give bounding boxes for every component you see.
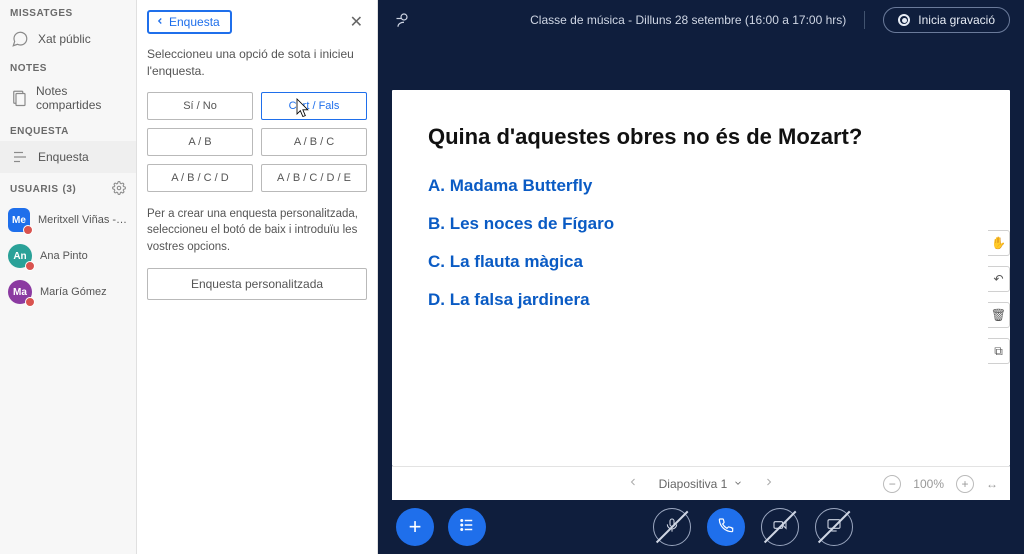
section-notes-title: NOTES bbox=[0, 55, 136, 78]
poll-option-button[interactable]: Sí / No bbox=[147, 92, 253, 120]
whiteboard-toolstrip: ✋ ↶ 🗑 ⧉ bbox=[988, 230, 1010, 364]
topbar: Classe de música - Dilluns 28 setembre (… bbox=[378, 0, 1024, 40]
share-screen-button[interactable] bbox=[815, 508, 853, 546]
gear-icon[interactable] bbox=[112, 181, 126, 198]
next-slide-button[interactable] bbox=[757, 472, 781, 495]
fit-width-button[interactable]: ↔ bbox=[986, 477, 998, 491]
custom-poll-button[interactable]: Enquesta personalitzada bbox=[147, 268, 367, 300]
sidebar-item-label: Xat públic bbox=[38, 32, 91, 46]
zoom-value: 100% bbox=[913, 477, 944, 491]
mic-off-icon bbox=[664, 517, 680, 538]
user-name: Meritxell Viñas - ... (Vós) bbox=[38, 214, 128, 226]
poll-option-button[interactable]: A / B / C / D / E bbox=[261, 164, 367, 192]
close-icon: ✕ bbox=[350, 14, 363, 31]
slide-option: D. La falsa jardinera bbox=[428, 290, 974, 310]
panel-help-text: Per a crear una enquesta personalitzada,… bbox=[147, 206, 367, 256]
left-sidebar: MISSATGES Xat públic NOTES Notes compart… bbox=[0, 0, 137, 554]
sidebar-item-poll[interactable]: Enquesta bbox=[0, 141, 136, 173]
poll-panel: Enquesta ✕ Seleccioneu una opció de sota… bbox=[137, 0, 378, 554]
poll-menu-button[interactable] bbox=[448, 508, 486, 546]
divider bbox=[864, 11, 865, 29]
slide-option: B. Les noces de Fígaro bbox=[428, 214, 974, 234]
tool-trash-icon[interactable]: 🗑 bbox=[988, 302, 1010, 328]
poll-option-button[interactable]: A / B bbox=[147, 128, 253, 156]
record-icon bbox=[898, 14, 910, 26]
chevron-left-icon bbox=[155, 15, 165, 29]
phone-icon bbox=[718, 517, 734, 538]
avatar: Me bbox=[8, 208, 30, 232]
zoom-out-button[interactable]: − bbox=[883, 475, 901, 493]
audio-button[interactable] bbox=[707, 508, 745, 546]
camera-off-button[interactable] bbox=[761, 508, 799, 546]
zoom-in-button[interactable]: + bbox=[956, 475, 974, 493]
user-row[interactable]: Me Meritxell Viñas - ... (Vós) bbox=[0, 202, 136, 238]
back-label: Enquesta bbox=[169, 15, 220, 29]
sidebar-item-label: Enquesta bbox=[38, 150, 89, 164]
slide-canvas: Quina d'aquestes obres no és de Mozart? … bbox=[392, 90, 1010, 466]
poll-option-button[interactable]: A / B / C / D bbox=[147, 164, 253, 192]
sidebar-item-public-chat[interactable]: Xat públic bbox=[0, 23, 136, 55]
close-button[interactable]: ✕ bbox=[346, 8, 367, 36]
slide-selector[interactable]: Diapositiva 1 bbox=[659, 477, 744, 491]
chevron-down-icon bbox=[733, 477, 743, 491]
actions-button[interactable]: + bbox=[396, 508, 434, 546]
slide-option: A. Madama Butterfly bbox=[428, 176, 974, 196]
prev-slide-button[interactable] bbox=[621, 472, 645, 495]
chat-icon bbox=[10, 29, 30, 49]
poll-option-button[interactable]: A / B / C bbox=[261, 128, 367, 156]
tool-undo-icon[interactable]: ↶ bbox=[988, 266, 1010, 292]
section-poll-title: ENQUESTA bbox=[0, 118, 136, 141]
avatar: An bbox=[8, 244, 32, 268]
camera-off-icon bbox=[772, 517, 788, 538]
record-label: Inicia gravació bbox=[918, 13, 995, 27]
sidebar-item-label: Notes compartides bbox=[36, 84, 126, 112]
user-name: María Gómez bbox=[40, 286, 107, 298]
record-button[interactable]: Inicia gravació bbox=[883, 7, 1010, 33]
user-row[interactable]: An Ana Pinto bbox=[0, 238, 136, 274]
list-icon bbox=[458, 516, 476, 539]
slide-label: Diapositiva 1 bbox=[659, 477, 728, 491]
section-messages-title: MISSATGES bbox=[0, 0, 136, 23]
tool-multiuser-icon[interactable]: ⧉ bbox=[988, 338, 1010, 364]
poll-option-button[interactable]: Cert / Fals bbox=[261, 92, 367, 120]
panel-subtitle: Seleccioneu una opció de sota i inicieu … bbox=[147, 46, 367, 80]
poll-icon bbox=[10, 147, 30, 167]
sidebar-item-shared-notes[interactable]: Notes compartides bbox=[0, 78, 136, 118]
mute-mic-button[interactable] bbox=[653, 508, 691, 546]
remove-presenter-icon[interactable] bbox=[392, 8, 416, 32]
plus-icon: + bbox=[409, 514, 422, 540]
slide-question: Quina d'aquestes obres no és de Mozart? bbox=[428, 124, 974, 150]
slide-option: C. La flauta màgica bbox=[428, 252, 974, 272]
section-users-title: USUARIS bbox=[10, 184, 59, 195]
avatar: Ma bbox=[8, 280, 32, 304]
notes-icon bbox=[10, 88, 28, 108]
presentation-area: Classe de música - Dilluns 28 setembre (… bbox=[378, 0, 1024, 554]
back-button[interactable]: Enquesta bbox=[147, 10, 232, 34]
user-name: Ana Pinto bbox=[40, 250, 88, 262]
user-row[interactable]: Ma María Gómez bbox=[0, 274, 136, 310]
class-title: Classe de música - Dilluns 28 setembre (… bbox=[530, 13, 846, 27]
screen-share-icon bbox=[826, 517, 842, 538]
bottom-dock: + bbox=[378, 500, 1024, 554]
slide-navigation: Diapositiva 1 − 100% + ↔ bbox=[392, 466, 1010, 500]
users-count: (3) bbox=[63, 184, 77, 195]
tool-hand-icon[interactable]: ✋ bbox=[988, 230, 1010, 256]
